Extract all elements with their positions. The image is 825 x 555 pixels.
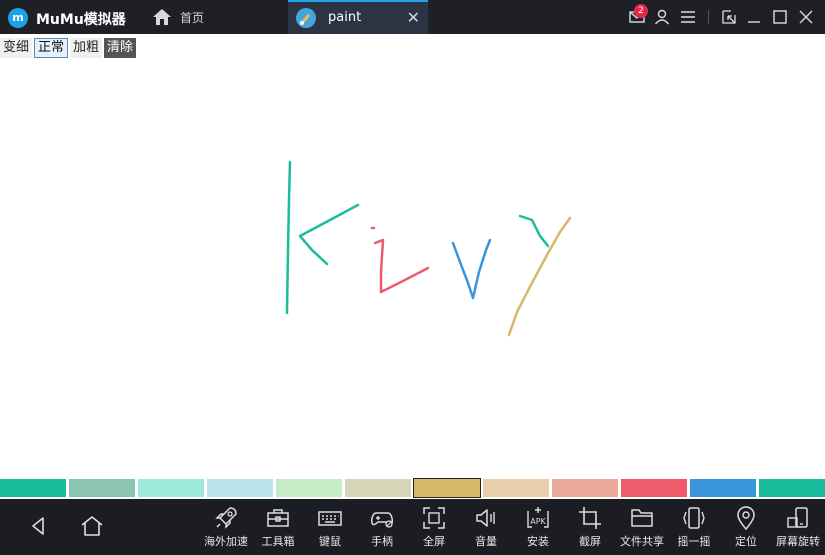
tab-home-label: 首页 [180, 10, 205, 25]
rotate-icon [787, 507, 808, 528]
toolbar-label: 摇一摇 [677, 535, 711, 548]
toolbar-label: 文件共享 [620, 535, 664, 548]
keyboard-icon [318, 511, 342, 526]
rotate-screen-button[interactable]: 屏幕旋转 [770, 505, 825, 549]
apk-install-icon: APK [527, 507, 549, 528]
tab-home[interactable]: 首页 [152, 6, 204, 28]
stroke-k-arm [298, 203, 360, 266]
toolbar-label: 手柄 [371, 535, 393, 548]
stroke-v [451, 238, 492, 300]
volume-icon [476, 509, 495, 527]
user-icon[interactable] [651, 6, 673, 28]
file-share-button[interactable]: 文件共享 [614, 505, 670, 549]
back-icon[interactable] [26, 513, 52, 539]
android-home-icon[interactable] [79, 513, 105, 539]
thinner-button[interactable]: 变细 [0, 38, 33, 58]
stroke-y-left [518, 214, 550, 248]
keymouse-button[interactable]: 键鼠 [302, 505, 358, 549]
fullscreen-icon [423, 507, 445, 529]
toolbar-label: 截屏 [579, 535, 601, 548]
color-swatch[interactable] [0, 479, 66, 497]
toolbar-label: 海外加速 [204, 535, 248, 548]
title-separator [708, 10, 709, 24]
toolbar-label: 工具箱 [261, 535, 295, 548]
color-swatch[interactable] [413, 478, 481, 498]
crop-icon [579, 507, 601, 529]
color-swatch[interactable] [69, 479, 135, 497]
normal-button[interactable]: 正常 [34, 38, 69, 58]
volume-button[interactable]: 音量 [458, 505, 514, 549]
bottom-toolbar: 海外加速 工具箱 键鼠 手柄 全屏 音量 APK 安装 截屏 文件共享 摇一摇 … [0, 499, 825, 555]
rocket-icon [215, 507, 237, 529]
color-swatch[interactable] [207, 479, 273, 497]
shake-button[interactable]: 摇一摇 [666, 505, 722, 549]
color-swatch[interactable] [552, 479, 618, 497]
home-icon [153, 9, 171, 25]
thicker-button[interactable]: 加粗 [70, 38, 103, 58]
folder-icon [631, 509, 653, 527]
maximize-icon[interactable] [769, 6, 791, 28]
color-swatch[interactable] [138, 479, 204, 497]
menu-icon[interactable] [677, 6, 699, 28]
screenshot-button[interactable]: 截屏 [562, 505, 618, 549]
color-swatch[interactable] [483, 479, 549, 497]
shake-icon [683, 507, 705, 529]
drawing-canvas[interactable] [0, 60, 825, 475]
toolbar-label: 全屏 [423, 535, 445, 548]
color-swatch[interactable] [621, 479, 687, 497]
tab-paint[interactable]: paint ✕ [288, 0, 428, 34]
color-swatch[interactable] [345, 479, 411, 497]
color-swatch[interactable] [759, 479, 825, 497]
install-apk-button[interactable]: APK 安装 [510, 505, 566, 549]
gamepad-icon [371, 512, 393, 528]
location-button[interactable]: 定位 [718, 505, 774, 549]
paint-app-icon [296, 8, 316, 28]
brush-toolbar: 变细 正常 加粗 清除 [0, 38, 137, 58]
app-title: MuMu模拟器 [36, 12, 126, 28]
mumu-logo-icon: m [8, 8, 28, 28]
gamepad-button[interactable]: 手柄 [354, 505, 410, 549]
clear-button[interactable]: 清除 [104, 38, 137, 58]
color-palette [0, 478, 825, 498]
notification-badge: 2 [634, 4, 648, 18]
minimize-icon[interactable] [743, 6, 765, 28]
location-icon [737, 506, 755, 531]
fullscreen-button[interactable]: 全屏 [406, 505, 462, 549]
window-close-icon[interactable] [795, 6, 817, 28]
color-swatch[interactable] [690, 479, 756, 497]
overseas-accel-button[interactable]: 海外加速 [198, 505, 254, 549]
toolbar-label: 安装 [527, 535, 549, 548]
title-bar: m MuMu模拟器 首页 paint ✕ 2 [0, 0, 825, 34]
toolbar-label: 键鼠 [319, 535, 341, 548]
color-swatch[interactable] [276, 479, 342, 497]
tab-paint-label: paint [328, 10, 362, 25]
toolbar-label: 定位 [735, 535, 757, 548]
svg-text:APK: APK [530, 517, 546, 526]
stroke-k-vertical [285, 160, 292, 315]
toolbox-button[interactable]: 工具箱 [250, 505, 306, 549]
close-icon[interactable]: ✕ [407, 8, 420, 27]
toolbar-label: 音量 [475, 535, 497, 548]
shrink-window-icon[interactable] [718, 6, 740, 28]
stroke-i [370, 226, 430, 294]
toolbox-icon [267, 509, 289, 527]
toolbar-label: 屏幕旋转 [776, 535, 820, 548]
